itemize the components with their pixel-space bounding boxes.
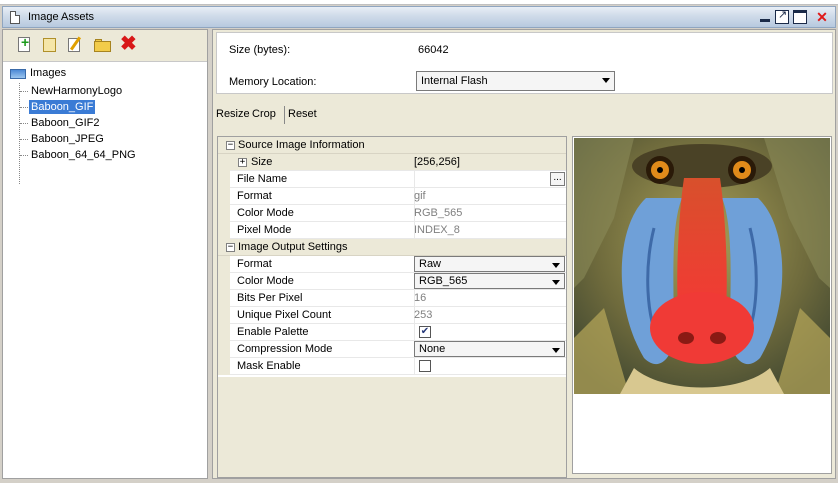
tree-root-label: Images [30,67,67,79]
select-value: RGB_565 [419,275,468,287]
size-bytes-label: Size (bytes): [229,44,291,56]
tree-item-label: NewHarmonyLogo [31,85,123,97]
prop-row-file-name[interactable]: File Name ... [218,171,566,188]
reset-button[interactable]: Reset [288,108,317,120]
prop-row-pixel-mode: Pixel Mode INDEX_8 [218,222,566,239]
prop-name: Color Mode [237,275,294,287]
prop-row-format: Format gif [218,188,566,205]
prop-name: Format [237,190,272,202]
ide-frame: Image Assets ✕ + ✖ Images NewHarmonyLogo… [0,0,838,483]
collapse-icon[interactable]: − [226,243,235,252]
browse-button[interactable]: ... [550,172,565,186]
property-grid: − Source Image Information + Size [256,2… [217,136,567,478]
compression-mode-select[interactable]: None [414,341,565,357]
action-separator [284,106,285,124]
prop-row-output-format[interactable]: Format Raw [218,256,566,273]
minimize-icon[interactable] [758,10,772,24]
chevron-down-icon [602,78,610,83]
prop-row-unique-pixel-count: Unique Pixel Count 253 [218,307,566,324]
float-icon[interactable] [775,8,789,24]
prop-row-mask-enable[interactable]: Mask Enable [218,358,566,375]
tree-connector [19,83,20,184]
prop-name: Bits Per Pixel [237,292,303,304]
output-color-mode-select[interactable]: RGB_565 [414,273,565,289]
prop-name: File Name [237,173,288,185]
image-preview [572,136,832,474]
prop-name: Color Mode [237,207,294,219]
crop-button[interactable]: Crop [252,108,276,120]
select-value: Raw [419,258,442,270]
output-format-select[interactable]: Raw [414,256,565,272]
chevron-down-icon [552,263,560,268]
prop-name: Unique Pixel Count [237,309,332,321]
category-label: Source Image Information [238,139,365,151]
memory-location-select[interactable]: Internal Flash [416,71,615,91]
prop-row-size[interactable]: + Size [256,256] [218,154,566,171]
tree-item-label: Baboon_GIF [29,100,96,114]
images-folder-icon [10,69,26,79]
prop-value: gif [414,190,426,202]
maximize-icon[interactable] [793,10,807,24]
expand-icon[interactable]: + [238,158,247,167]
prop-row-compression-mode[interactable]: Compression Mode None [218,341,566,358]
source-image-category[interactable]: − Source Image Information [218,137,566,154]
prop-value: [256,256] [414,156,460,168]
prop-value: 253 [414,309,433,321]
prop-value: 16 [414,292,427,304]
memory-location-label: Memory Location: [229,76,317,88]
image-details-panel: Size (bytes): 66042 Memory Location: Int… [212,29,836,479]
chevron-down-icon [552,280,560,285]
prop-name: Mask Enable [237,360,301,372]
edit-icon[interactable] [66,36,84,54]
prop-value: INDEX_8 [414,224,460,236]
delete-icon[interactable]: ✖ [120,34,138,54]
prop-name: Pixel Mode [237,224,292,236]
asset-list-panel: + ✖ Images NewHarmonyLogo Baboon_GIF Bab… [2,29,208,479]
image-info-box: Size (bytes): 66042 Memory Location: Int… [216,32,833,94]
chevron-down-icon [552,348,560,353]
panel-titlebar: Image Assets ✕ [2,6,836,28]
prop-row-enable-palette[interactable]: Enable Palette ✔ [218,324,566,341]
asset-toolbar: + ✖ [3,30,207,62]
prop-name: Format [237,258,272,270]
add-image-icon[interactable]: + [16,34,34,54]
size-bytes-value: 66042 [418,44,449,56]
prop-row-output-color-mode[interactable]: Color Mode RGB_565 [218,273,566,290]
close-icon[interactable]: ✕ [815,10,829,24]
prop-name: Size [251,156,273,168]
folder-icon[interactable] [94,36,112,54]
output-settings-category[interactable]: − Image Output Settings [218,239,566,256]
prop-value: RGB_565 [414,207,463,219]
mask-enable-checkbox[interactable] [419,360,431,372]
tree-item-label: Baboon_GIF2 [31,117,100,129]
collapse-icon[interactable]: − [226,141,235,150]
memory-location-value: Internal Flash [421,75,488,87]
prop-row-bits-per-pixel: Bits Per Pixel 16 [218,290,566,307]
prop-row-color-mode: Color Mode RGB_565 [218,205,566,222]
baboon-image-svg [574,138,830,394]
rename-icon[interactable] [41,36,59,54]
document-icon [10,11,20,24]
category-label: Image Output Settings [238,241,348,253]
prop-name: Enable Palette [237,326,309,338]
resize-button[interactable]: Resize [216,108,250,120]
enable-palette-checkbox[interactable]: ✔ [419,326,431,338]
panel-title: Image Assets [28,11,95,23]
baboon-mandrill-image [574,138,830,394]
prop-name: Compression Mode [237,343,333,355]
tree-item-label: Baboon_64_64_PNG [31,149,136,161]
outer-border [0,0,838,5]
select-value: None [419,343,446,355]
tree-item-label: Baboon_JPEG [31,133,104,145]
